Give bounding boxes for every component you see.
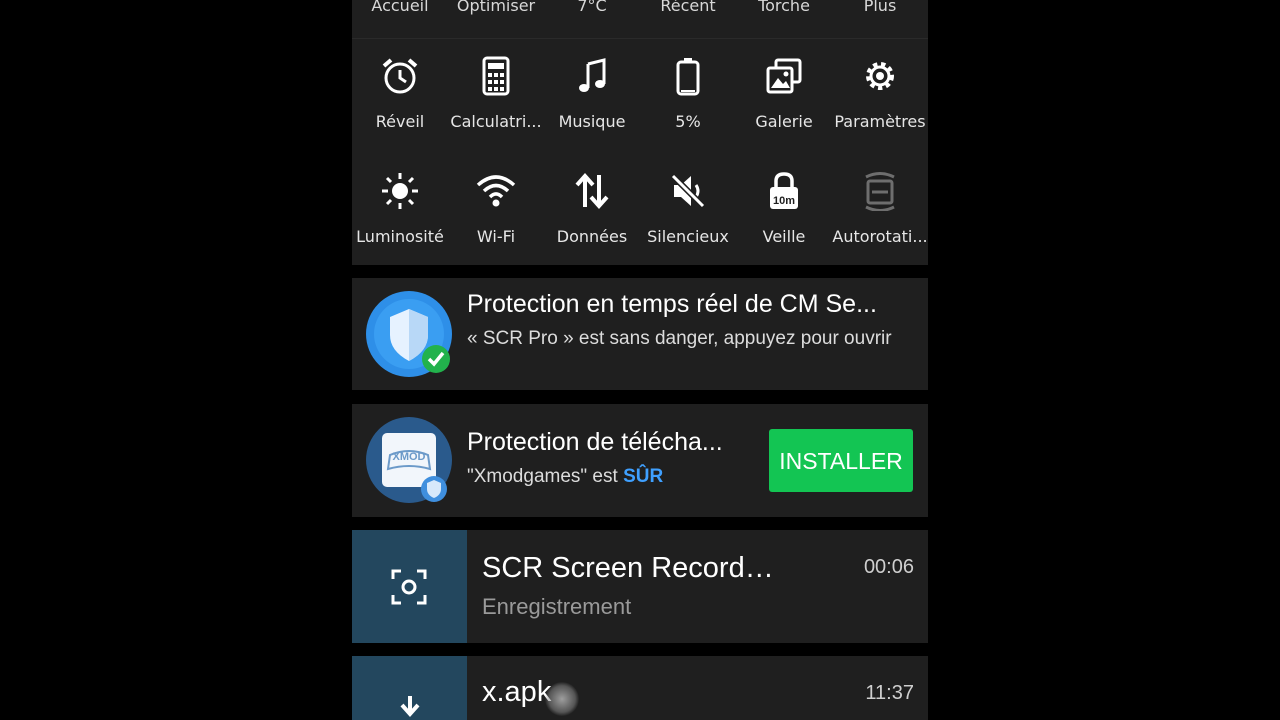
notification-title: Protection de télécha... — [467, 428, 723, 456]
screen-capture-icon — [391, 569, 427, 605]
tile-label: Veille — [762, 227, 806, 246]
tile-label: Luminosité — [356, 227, 444, 246]
quick-action-plus[interactable]: Plus — [832, 0, 928, 15]
tile-label: Musique — [558, 112, 626, 131]
tile-silencieux[interactable]: Silencieux — [640, 171, 736, 271]
notification-title: Protection en temps réel de CM Se... — [467, 290, 877, 318]
quick-action-optimiser[interactable]: Optimiser — [448, 0, 544, 15]
tile-label: Galerie — [755, 112, 813, 131]
tile-label: Réveil — [375, 112, 425, 131]
quick-action-recent[interactable]: Récent — [640, 0, 736, 15]
recorder-icon-box — [352, 530, 467, 643]
notification-title: x.apk — [482, 676, 552, 708]
quick-action-torche[interactable]: Torche — [736, 0, 832, 15]
alarm-clock-icon — [382, 58, 418, 94]
tile-galerie[interactable]: Galerie — [736, 56, 832, 156]
tile-calculatrice[interactable]: Calculatri... — [448, 56, 544, 156]
brightness-icon — [382, 173, 418, 209]
notification-body: "Xmodgames" est SÛR — [467, 465, 767, 489]
tile-label: Données — [556, 227, 628, 246]
tile-musique[interactable]: Musique — [544, 56, 640, 156]
quick-settings-panel: Accueil Optimiser 7°C Récent Torche Plus… — [352, 0, 928, 265]
safe-status: SÛR — [623, 466, 664, 487]
tile-label: Autorotati... — [832, 227, 928, 246]
notification-body-text: "Xmodgames" est — [467, 466, 624, 487]
download-icon-box — [352, 656, 467, 720]
gallery-icon — [766, 58, 802, 94]
notification-shade: Accueil Optimiser 7°C Récent Torche Plus… — [352, 0, 928, 720]
tile-reveil[interactable]: Réveil — [352, 56, 448, 156]
notification-download[interactable]: x.apk 11:37 — [352, 656, 928, 720]
notification-time: 00:06 — [863, 556, 914, 578]
notification-download-protection[interactable]: XMOD Protection de télécha... "Xmodgames… — [352, 404, 928, 517]
battery-icon — [676, 58, 700, 96]
install-button[interactable]: INSTALLER — [769, 429, 913, 492]
tile-label: 5% — [675, 112, 701, 131]
notification-title: SCR Screen Recorder Pro — [482, 552, 782, 584]
tile-veille[interactable]: 10m Veille — [736, 171, 832, 271]
touch-indicator — [545, 682, 579, 716]
xmod-logo-text: XMOD — [393, 451, 426, 463]
download-arrow-icon — [400, 696, 420, 718]
tile-luminosite[interactable]: Luminosité — [352, 171, 448, 271]
tile-label: Calculatri... — [450, 112, 542, 131]
wifi-icon — [476, 175, 516, 207]
tile-autorotation[interactable]: Autorotati... — [832, 171, 928, 271]
tile-label: Silencieux — [647, 227, 729, 246]
xmod-app-icon: XMOD — [366, 417, 452, 503]
tile-donnees[interactable]: Données — [544, 171, 640, 271]
notification-screen-recorder[interactable]: SCR Screen Recorder Pro Enregistrement 0… — [352, 530, 928, 643]
notification-time: 11:37 — [865, 682, 914, 704]
autorotate-icon — [865, 172, 895, 211]
recorder-status: Enregistrement — [482, 594, 632, 619]
tile-wifi[interactable]: Wi-Fi — [448, 171, 544, 271]
music-note-icon — [579, 58, 606, 92]
quick-action-weather[interactable]: 7°C — [544, 0, 640, 15]
sleep-timer-badge: 10m — [773, 195, 795, 207]
notification-cm-security[interactable]: Protection en temps réel de CM Se... « S… — [352, 278, 928, 390]
quick-action-accueil[interactable]: Accueil — [352, 0, 448, 15]
cm-security-shield-icon — [366, 291, 452, 377]
tile-label: Paramètres — [834, 112, 926, 131]
notification-body: « SCR Pro » est sans danger, appuyez pou… — [467, 328, 892, 349]
sleep-lock-icon: 10m — [770, 172, 798, 209]
mute-icon — [669, 172, 707, 210]
data-arrows-icon — [575, 172, 609, 210]
tile-parametres[interactable]: Paramètres — [832, 56, 928, 156]
gear-icon — [866, 62, 894, 90]
quick-actions-row: Accueil Optimiser 7°C Récent Torche Plus — [352, 0, 928, 39]
calculator-icon — [482, 56, 510, 96]
tile-battery[interactable]: 5% — [640, 56, 736, 156]
tile-label: Wi-Fi — [476, 227, 516, 246]
